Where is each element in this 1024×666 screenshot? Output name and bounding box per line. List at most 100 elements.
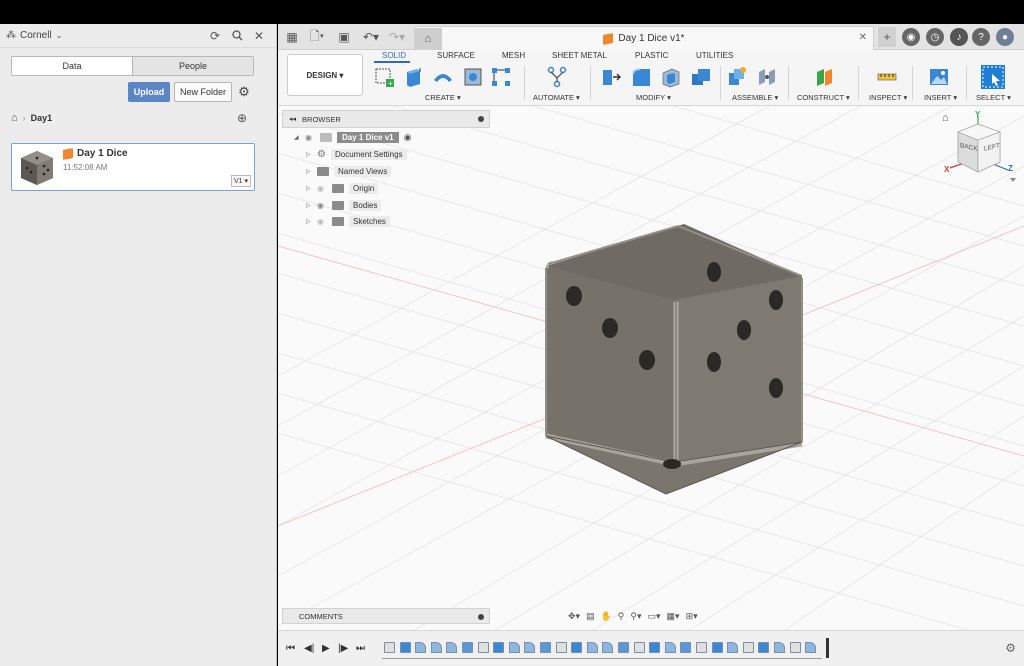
timeline-extrude-icon[interactable] (399, 642, 411, 653)
timeline-extrude-icon[interactable] (649, 642, 661, 653)
3d-viewport[interactable]: ◂◂ BROWSER ◢ ◉ Day 1 Dice v1 ◉ ▷ ⚙ Docum… (278, 106, 1024, 630)
timeline-sketch-icon[interactable] (555, 642, 567, 653)
timeline-fillet-icon[interactable] (446, 642, 458, 653)
orbit-icon[interactable]: ✥▾ (568, 611, 580, 622)
viewports-icon[interactable]: ⊞▾ (686, 611, 698, 622)
expand-triangle-icon[interactable]: ▷ (306, 151, 312, 158)
extensions-icon[interactable]: ◉ (902, 28, 920, 46)
select-menu[interactable]: SELECT ▾ (976, 93, 1011, 102)
timeline-hole-icon[interactable] (462, 642, 473, 653)
timeline-sketch-icon[interactable] (477, 642, 489, 653)
workspace-switcher[interactable]: DESIGN ▾ (287, 54, 363, 96)
timeline-fillet-icon[interactable] (805, 642, 817, 653)
timeline-fillet-icon[interactable] (415, 642, 427, 653)
zoom-icon[interactable]: ⚲ (618, 611, 625, 622)
timeline-extrude-icon[interactable] (711, 642, 723, 653)
collapse-triangle-icon[interactable]: ◢ (294, 134, 300, 141)
gear-icon[interactable]: ⚙ (236, 82, 252, 102)
file-card[interactable]: Day 1 Dice 11:52:08 AM V1 ▾ (11, 143, 255, 191)
inspect-menu[interactable]: INSPECT ▾ (869, 93, 907, 102)
revolve-icon[interactable] (432, 66, 454, 88)
eye-icon[interactable]: ◉ (317, 184, 327, 193)
help-icon[interactable]: ? (972, 28, 990, 46)
timeline-fillet-icon[interactable] (602, 642, 614, 653)
expand-triangle-icon[interactable]: ▷ (306, 202, 312, 209)
activate-radio-icon[interactable]: ◉ (404, 132, 412, 143)
timeline-sketch-icon[interactable] (633, 642, 645, 653)
upload-button[interactable]: Upload (128, 82, 170, 102)
modify-menu[interactable]: MODIFY ▾ (636, 93, 671, 102)
tree-item-sketches[interactable]: ▷ ◉ Sketches (306, 214, 390, 228)
timeline-sketch-icon[interactable] (789, 642, 801, 653)
timeline-sketch-icon[interactable] (696, 642, 707, 653)
tree-item-document-settings[interactable]: ▷ ⚙ Document Settings (306, 147, 407, 161)
team-selector[interactable]: ⁂ Cornell ⌄ (6, 30, 62, 41)
hole-icon[interactable] (462, 66, 484, 88)
tree-root[interactable]: ◢ ◉ Day 1 Dice v1 ◉ (294, 130, 411, 144)
timeline-fillet-icon[interactable] (774, 642, 785, 653)
automate-icon[interactable] (546, 66, 568, 88)
tab-utilities[interactable]: UTILITIES (696, 51, 733, 60)
create-menu[interactable]: CREATE ▾ (425, 93, 461, 102)
extrude-icon[interactable] (402, 66, 424, 88)
tab-data[interactable]: Data (12, 57, 132, 75)
tab-people[interactable]: People (132, 57, 253, 75)
create-sketch-icon[interactable]: + (374, 66, 396, 88)
assemble-menu[interactable]: ASSEMBLE ▾ (732, 93, 778, 102)
timeline-fillet-icon[interactable] (586, 642, 598, 653)
pin-icon[interactable] (478, 116, 484, 122)
measure-icon[interactable] (876, 66, 898, 88)
offset-plane-icon[interactable] (814, 66, 836, 88)
redo-icon[interactable]: ↷▾ (386, 27, 408, 47)
undo-icon[interactable]: ↶▾ (360, 27, 382, 47)
eye-icon[interactable]: ◉ (317, 217, 327, 226)
timeline-sketch-icon[interactable] (742, 642, 754, 653)
tab-sheet-metal[interactable]: SHEET METAL (552, 51, 607, 60)
pin-icon[interactable] (478, 614, 484, 620)
notifications-icon[interactable]: ♪ (950, 28, 968, 46)
home-tab-icon[interactable]: ⌂ (414, 28, 442, 50)
construct-menu[interactable]: CONSTRUCT ▾ (797, 93, 850, 102)
search-icon[interactable] (226, 26, 248, 46)
play-icon[interactable]: ▶ (322, 643, 330, 654)
shell-icon[interactable] (660, 66, 682, 88)
go-to-start-icon[interactable]: ⏮ (286, 643, 295, 654)
close-icon[interactable]: ✕ (248, 26, 270, 46)
expand-triangle-icon[interactable]: ▷ (306, 185, 312, 192)
grid-settings-icon[interactable]: ▦▾ (667, 611, 680, 622)
tree-item-origin[interactable]: ▷ ◉ Origin (306, 181, 379, 195)
go-to-end-icon[interactable]: ⏭ (356, 643, 365, 654)
job-status-icon[interactable]: ◷ (926, 28, 944, 46)
timeline-extrude-icon[interactable] (493, 642, 505, 653)
grid-menu-icon[interactable]: ▦ (284, 27, 300, 47)
step-forward-icon[interactable]: |▶︎ (338, 643, 348, 654)
breadcrumb-folder[interactable]: Day1 (31, 113, 53, 123)
timeline-extrude-icon[interactable] (758, 642, 770, 653)
fillet-icon[interactable] (630, 66, 652, 88)
tree-item-named-views[interactable]: ▷ Named Views (306, 164, 392, 178)
combine-icon[interactable] (690, 66, 712, 88)
collapse-icon[interactable]: ◂◂ (289, 115, 296, 123)
timeline-fillet-icon[interactable] (664, 642, 676, 653)
display-settings-icon[interactable]: ▭▾ (648, 611, 661, 622)
new-tab-icon[interactable]: + (878, 27, 896, 47)
browser-panel-header[interactable]: ◂◂ BROWSER (282, 110, 490, 128)
globe-icon[interactable]: ⊕ (237, 111, 247, 125)
pan-icon[interactable]: ✋ (601, 611, 612, 622)
tab-solid[interactable]: SOLID (382, 51, 406, 60)
tab-plastic[interactable]: PLASTIC (635, 51, 668, 60)
tab-mesh[interactable]: MESH (502, 51, 525, 60)
new-component-icon[interactable] (726, 66, 748, 88)
file-menu-icon[interactable]: 🗋▾ (306, 27, 328, 47)
automate-menu[interactable]: AUTOMATE ▾ (533, 93, 580, 102)
tree-item-bodies[interactable]: ▷ ◉ Bodies (306, 198, 382, 212)
press-pull-icon[interactable] (600, 66, 622, 88)
timeline-hole-icon[interactable] (680, 642, 692, 653)
timeline-sketch-icon[interactable] (384, 642, 395, 653)
timeline-fillet-icon[interactable] (508, 642, 520, 653)
timeline-extrude-icon[interactable] (571, 642, 583, 653)
insert-menu[interactable]: INSERT ▾ (924, 93, 957, 102)
version-dropdown[interactable]: V1 ▾ (230, 175, 251, 187)
timeline-fillet-icon[interactable] (430, 642, 442, 653)
avatar[interactable]: ● (996, 28, 1014, 46)
